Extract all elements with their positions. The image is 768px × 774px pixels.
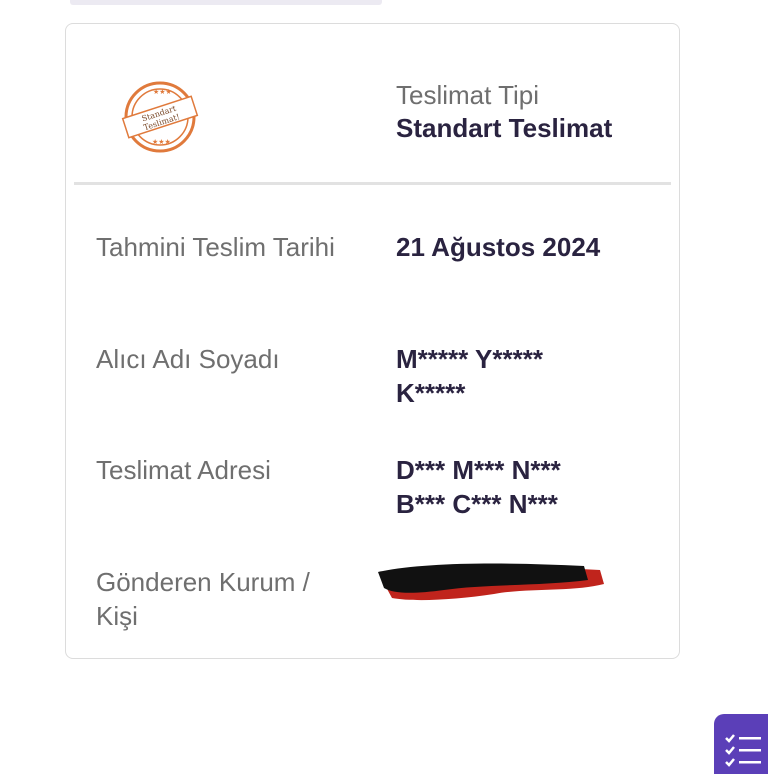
estimated-delivery-date-label: Tahmini Teslim Tarihi [96,232,335,262]
standart-teslimat-stamp-icon: ★★★ ★★★ Standart Teslimat! [121,81,199,153]
svg-text:★★★: ★★★ [152,138,171,146]
estimated-delivery-date-value: 21 Ağustos 2024 [396,232,601,262]
delivery-address-label: Teslimat Adresi [96,455,271,485]
svg-text:★★★: ★★★ [153,88,172,96]
divider [74,182,671,185]
delivery-info-card: ★★★ ★★★ Standart Teslimat! Teslimat Tipi… [65,23,680,659]
delivery-address-value: D*** M*** N*** B*** C*** N*** [396,455,561,519]
recipient-name-value: M***** Y***** K***** [396,344,543,408]
delivery-type-value: Standart Teslimat [396,113,613,143]
previous-card-edge [70,0,382,5]
checklist-button[interactable] [714,714,768,774]
delivery-type-label: Teslimat Tipi [396,80,540,110]
checklist-icon [725,734,761,767]
sender-value-redaction [378,563,604,601]
sender-label: Gönderen Kurum / Kişi [96,567,310,631]
recipient-name-label: Alıcı Adı Soyadı [96,344,280,374]
